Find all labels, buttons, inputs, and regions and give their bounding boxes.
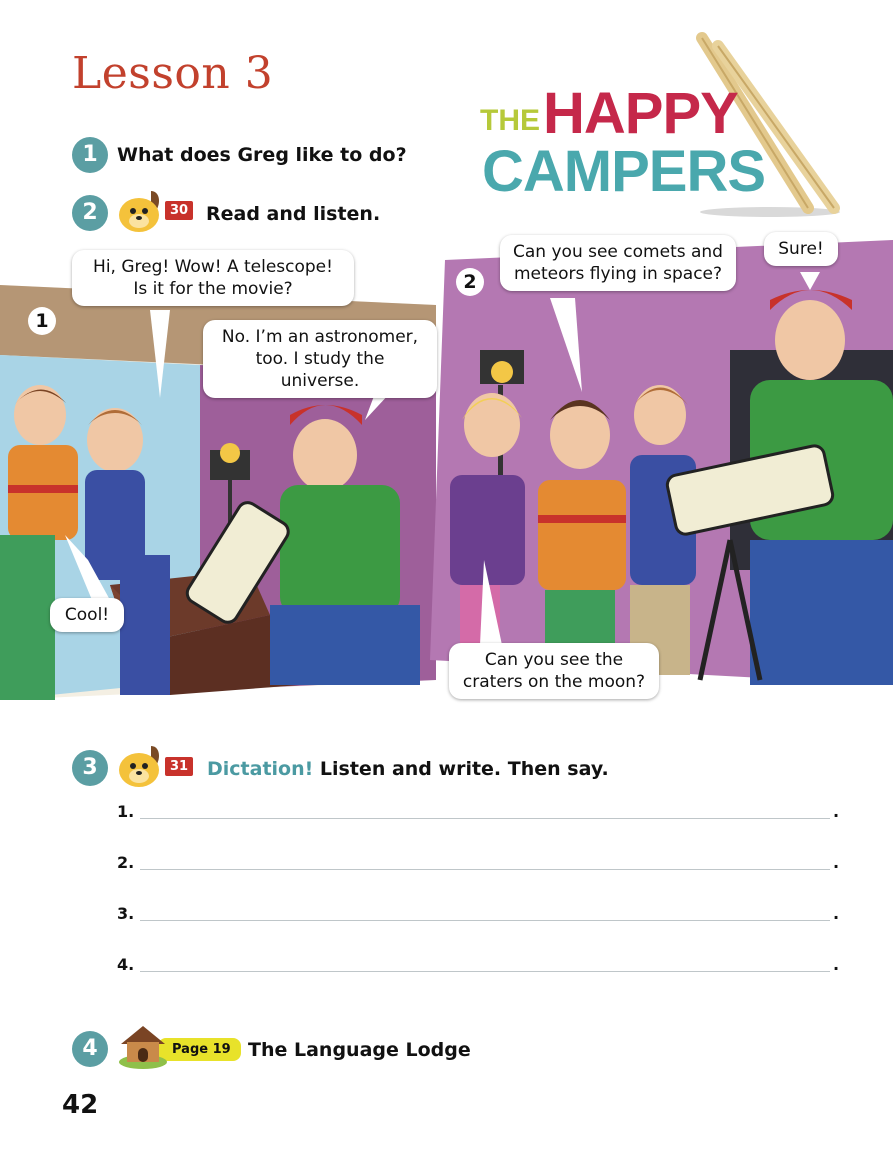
track-31-badge: 31 [165, 757, 194, 776]
dictation-line-4-label: 4. [117, 955, 135, 974]
dog-mascot-icon[interactable] [117, 744, 167, 788]
dictation-line-2[interactable] [140, 869, 830, 870]
dictation-instruction: Listen and write. Then say. [319, 758, 609, 780]
exercise-3-number: 3 [72, 750, 108, 786]
dictation-line-1[interactable] [140, 818, 830, 819]
exercise-4-number: 4 [72, 1031, 108, 1067]
bubble-line: Sure! [778, 239, 824, 259]
bubble-line: Cool! [64, 605, 110, 625]
exercise-4-instruction: The Language Lodge [248, 1039, 471, 1061]
bubble-tails [65, 272, 820, 645]
dictation-line-3-end: . [833, 904, 840, 923]
speech-bubble-sure: Sure! [764, 232, 838, 266]
exercise-3-instruction: Dictation! Listen and write. Then say. [207, 758, 609, 780]
speech-bubble-hi-greg: Hi, Greg! Wow! A telescope! Is it for th… [72, 250, 354, 306]
speech-bubble-comets: Can you see comets and meteors flying in… [500, 235, 736, 291]
bubble-line: too. I study the universe. [255, 349, 385, 391]
lodge-house-icon[interactable] [117, 1022, 169, 1070]
dictation-line-1-end: . [833, 802, 840, 821]
dictation-line-1-label: 1. [117, 802, 135, 821]
bubble-line: Hi, Greg! Wow! A telescope! [93, 257, 333, 277]
dictation-line-3[interactable] [140, 920, 830, 921]
bubble-line: Can you see comets and [513, 242, 723, 262]
dictation-line-4-end: . [833, 955, 840, 974]
bubble-line: Can you see the [484, 650, 624, 670]
speech-bubble-astronomer: No. I’m an astronomer, too. I study the … [203, 320, 437, 398]
dictation-line-2-label: 2. [117, 853, 135, 872]
bubble-line: meteors flying in space? [513, 264, 723, 284]
page-number: 42 [62, 1090, 99, 1120]
bubble-line: Is it for the movie? [133, 279, 293, 299]
dictation-line-4[interactable] [140, 971, 830, 972]
speech-bubble-cool: Cool! [50, 598, 124, 632]
dictation-line-2-end: . [833, 853, 840, 872]
bubble-line: No. I’m an astronomer, [221, 327, 419, 347]
page-ref-badge[interactable]: Page 19 [158, 1038, 241, 1061]
speech-bubble-craters: Can you see the craters on the moon? [449, 643, 659, 699]
dictation-label: Dictation! [207, 758, 314, 780]
dictation-line-3-label: 3. [117, 904, 135, 923]
bubble-line: craters on the moon? [462, 672, 646, 692]
